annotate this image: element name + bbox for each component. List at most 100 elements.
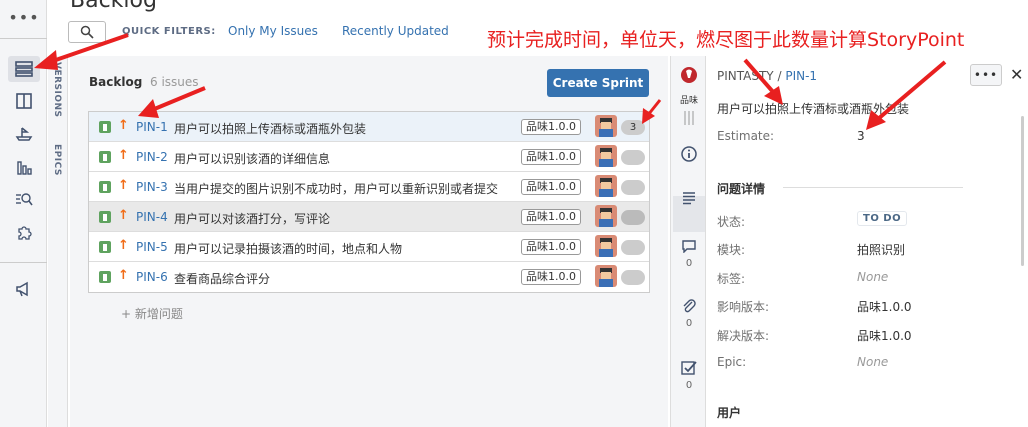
issue-summary: 用户可以识别该酒的详细信息 [174,152,331,166]
version-label: 品味1.0.0 [521,269,581,285]
priority-major-icon: ↑ [118,178,129,193]
version-label: 品味1.0.0 [521,119,581,135]
issue-key[interactable]: PIN-4 [136,210,168,224]
more-icon: ••• [973,68,999,82]
issue-key[interactable]: PIN-5 [136,240,168,254]
estimate-badge [621,150,645,165]
description-icon[interactable] [679,188,699,208]
filter-only-my-issues[interactable]: Only My Issues [228,24,318,38]
avatar [595,175,617,197]
version-label: 品味1.0.0 [521,209,581,225]
section-people-heading: 用户 [717,406,742,420]
add-issue-link[interactable]: + 新增问题 [121,305,183,322]
subtask-icon[interactable] [679,358,699,378]
section-details-heading: 问题详情 [717,182,766,196]
create-sprint-button[interactable]: Create Sprint [547,69,649,97]
backlog-panel: Backlog 6 issues Create Sprint ↑ PIN-1 用… [70,56,668,427]
logo-text: 品味 [679,96,698,106]
components-icon[interactable] [8,220,40,246]
estimate-value[interactable]: 3 [857,129,865,143]
nav-divider [0,262,47,263]
drag-handle-icon[interactable] [683,111,695,125]
issue-summary: 用户可以对该酒打分，写评论 [174,212,331,226]
issue-row[interactable]: ↑ PIN-6 查看商品综合评分 品味1.0.0 [89,262,649,292]
issue-row[interactable]: ↑ PIN-5 用户可以记录拍摄该酒的时间，地点和人物 品味1.0.0 [89,232,649,262]
issue-key[interactable]: PIN-1 [136,120,168,134]
section-divider [783,187,963,188]
info-icon[interactable] [679,144,699,164]
project-logo: 品味 [677,66,701,106]
filter-recently-updated[interactable]: Recently Updated [342,24,449,38]
comment-icon[interactable] [679,236,699,256]
priority-major-icon: ↑ [118,208,129,223]
search-input[interactable] [68,21,106,43]
estimate-badge [621,270,645,285]
scrollbar[interactable] [1021,116,1024,266]
field-label-affects-version: 影响版本: [717,300,770,314]
version-label: 品味1.0.0 [521,149,581,165]
close-icon[interactable]: ✕ [1010,65,1023,84]
comment-count: 0 [685,258,693,269]
issue-summary: 查看商品综合评分 [174,272,271,286]
more-actions-button[interactable]: ••• [970,64,1002,86]
page-title: Backlog [70,0,157,13]
issue-detail-panel: PINTASTY / PIN-1 ••• ✕ 用户可以拍照上传酒标或酒瓶外包装 … [707,56,1028,427]
annotation-text: 预计完成时间，单位天，燃尽图于此数量计算StoryPoint [487,29,965,51]
attachment-icon[interactable] [679,296,699,316]
field-value-epic[interactable]: None [857,355,888,369]
issue-summary: 用户可以拍照上传酒标或酒瓶外包装 [174,122,367,136]
estimate-badge [621,240,645,255]
issue-row[interactable]: ↑ PIN-2 用户可以识别该酒的详细信息 品味1.0.0 [89,142,649,172]
field-label-status: 状态: [717,215,746,229]
field-value-labels[interactable]: None [857,270,888,284]
story-icon [99,121,111,133]
breadcrumb-issue-key[interactable]: PIN-1 [785,69,817,83]
breadcrumb: PINTASTY / PIN-1 [717,69,817,83]
issue-list: ↑ PIN-1 用户可以拍照上传酒标或酒瓶外包装 品味1.0.0 3 ↑ PIN… [88,111,650,293]
quick-filters-label: QUICK FILTERS: [122,26,216,37]
issues-icon[interactable] [8,186,40,212]
tab-versions[interactable]: VERSIONS [52,62,62,118]
avatar [595,235,617,257]
version-label: 品味1.0.0 [521,179,581,195]
avatar [595,115,617,137]
avatar [595,265,617,287]
version-label: 品味1.0.0 [521,239,581,255]
board-icon[interactable] [8,88,40,114]
field-value-component[interactable]: 拍照识别 [857,241,905,258]
estimate-badge [621,210,645,225]
backlog-icon[interactable] [8,56,40,82]
issue-row[interactable]: ↑ PIN-3 当用户提交的图片识别不成功时，用户可以重新识别或者提交 品味1.… [89,172,649,202]
attachment-count: 0 [685,318,693,329]
subtask-count: 0 [685,380,693,391]
issue-key[interactable]: PIN-2 [136,150,168,164]
backlog-title: Backlog [89,75,143,89]
issue-key[interactable]: PIN-6 [136,270,168,284]
priority-major-icon: ↑ [118,148,129,163]
issue-row[interactable]: ↑ PIN-1 用户可以拍照上传酒标或酒瓶外包装 品味1.0.0 3 [89,112,649,142]
releases-icon[interactable] [8,120,40,146]
issue-summary: 当用户提交的图片识别不成功时，用户可以重新识别或者提交 [174,182,499,196]
breadcrumb-project[interactable]: PINTASTY / [717,69,782,83]
estimate-label: Estimate: [717,129,775,143]
more-icon[interactable]: ••• [8,4,40,30]
story-icon [99,211,111,223]
reports-icon[interactable] [8,154,40,180]
field-label-fix-version: 解决版本: [717,329,770,343]
field-label-labels: 标签: [717,272,746,286]
story-icon [99,151,111,163]
issue-title[interactable]: 用户可以拍照上传酒标或酒瓶外包装 [717,100,909,117]
priority-major-icon: ↑ [118,118,129,133]
field-value-affects-version[interactable]: 品味1.0.0 [857,298,912,315]
field-value-fix-version[interactable]: 品味1.0.0 [857,327,912,344]
tab-epics[interactable]: EPICS [52,144,62,176]
avatar [595,205,617,227]
estimate-badge: 3 [621,120,645,135]
feedback-icon[interactable] [8,276,40,302]
estimate-badge [621,180,645,195]
status-badge[interactable]: TO DO [857,211,908,226]
nav-divider [0,38,47,39]
issue-key[interactable]: PIN-3 [136,180,168,194]
issue-row[interactable]: ↑ PIN-4 用户可以对该酒打分，写评论 品味1.0.0 [89,202,649,232]
issue-summary: 用户可以记录拍摄该酒的时间，地点和人物 [174,242,403,256]
